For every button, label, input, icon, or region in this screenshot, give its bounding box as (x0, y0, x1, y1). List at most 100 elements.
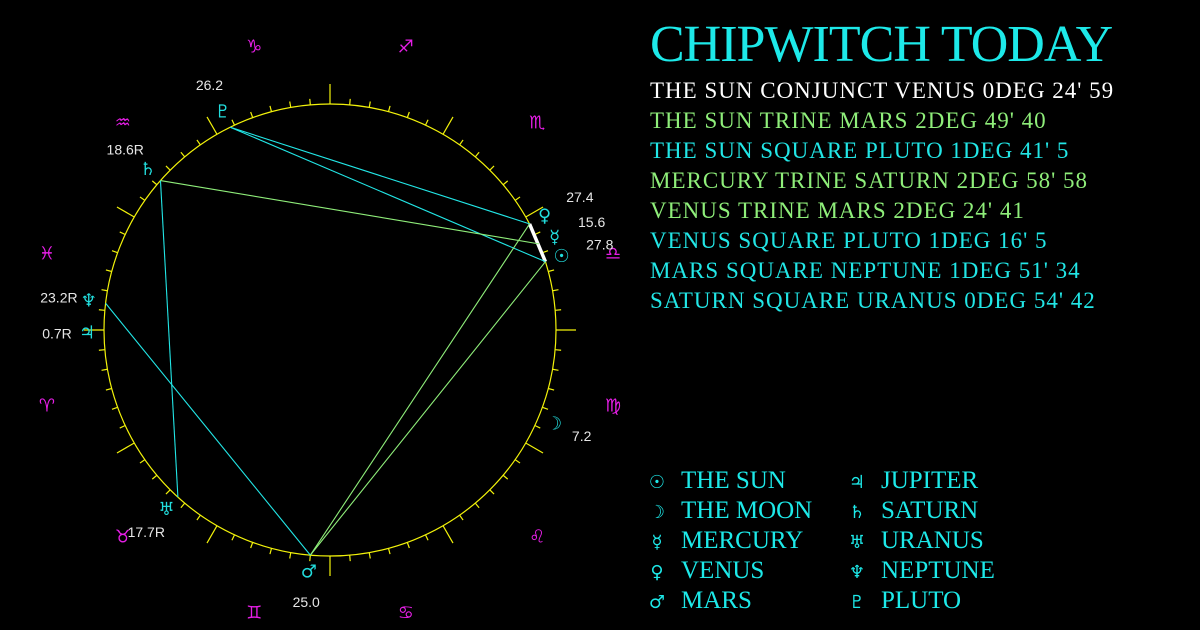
degree-tick (489, 489, 495, 495)
neptune-degree-label: 23.2R (40, 290, 77, 306)
legend-item-sun: ☉ THE SUN (645, 466, 812, 496)
degree-tick (424, 534, 429, 541)
neptune-icon: ♆ (848, 562, 866, 583)
degree-tick (231, 119, 236, 126)
degree-tick (111, 406, 118, 410)
degree-tick (151, 180, 158, 186)
saturn-icon: ♄ (848, 502, 866, 523)
pluto-icon: ♇ (215, 101, 231, 122)
degree-tick (548, 387, 555, 391)
degree-tick (406, 111, 410, 118)
venus-degree-label: 27.4 (566, 189, 593, 205)
legend-item-venus: ♀ VENUS (645, 556, 812, 586)
degree-tick (98, 349, 105, 351)
degree-tick (309, 555, 311, 562)
sign-boundary-tick (442, 116, 454, 135)
aspect-line-sun-trine-mars (309, 261, 546, 556)
degree-tick (139, 459, 146, 464)
saturn-degree-label: 18.6R (107, 141, 144, 157)
degree-tick (349, 98, 351, 105)
degree-tick (151, 474, 158, 480)
sign-boundary-tick (116, 206, 135, 218)
aspect-item-venus-square-pluto: VENUS SQUARE PLUTO 1DEG 16' 5 (650, 228, 1048, 253)
legend-item-jupiter: ♃ JUPITER (845, 466, 995, 496)
jupiter-degree-label: 0.7R (42, 325, 72, 341)
legend-item-mercury: ☿ MERCURY (645, 526, 812, 556)
degree-tick (542, 406, 549, 410)
degree-tick (101, 289, 108, 292)
degree-tick (534, 424, 541, 429)
degree-tick (289, 101, 292, 108)
sun-degree-label: 27.8 (586, 236, 613, 252)
aspect-line-sun-square-pluto (230, 126, 546, 263)
sign-boundary-tick (525, 442, 544, 454)
aspect-line-venus-trine-mars (309, 223, 531, 556)
neptune-icon: ♆ (81, 291, 97, 312)
degree-tick (309, 98, 311, 105)
degree-tick (548, 269, 555, 273)
saturn-icon: ♄ (140, 159, 156, 180)
legend-label: SATURN (881, 497, 979, 524)
zodiac-signs: ♈♉♊ ♋♌♍♎♏♐♑♒♓ (39, 36, 621, 623)
degree-tick (165, 165, 171, 171)
legend-label: URANUS (881, 527, 984, 554)
legend-item-pluto: ♇ PLUTO (845, 586, 995, 616)
mercury-icon: ☿ (549, 227, 560, 248)
sun-icon: ☉ (648, 472, 666, 493)
aspect-line-venus-square-pluto (230, 126, 530, 225)
zodiac-sign-gemini: ♊ (246, 603, 262, 624)
degree-tick (459, 139, 464, 146)
natal-wheel-chart: ♈♉♊ ♋♌♍♎♏♐♑♒♓ ☉27.8☽7.2☿15.6♀27.4♂25.0♃0.7… (39, 36, 621, 623)
aspect-line-mercury-trine-saturn (160, 180, 540, 245)
legend-item-uranus: ♅ URANUS (845, 526, 995, 556)
degree-tick (514, 196, 521, 201)
degree-tick (105, 269, 112, 273)
aspect-item-venus-trine-mars: VENUS TRINE MARS 2DEG 24' 41 (650, 198, 1025, 223)
pluto-degree-label: 26.2 (196, 77, 223, 93)
degree-tick (101, 368, 108, 371)
degree-tick (552, 368, 559, 371)
degree-tick (387, 548, 391, 555)
degree-tick (289, 552, 292, 559)
legend-item-moon: ☽ THE MOON (645, 496, 812, 526)
degree-tick (196, 514, 201, 521)
zodiac-sign-capricorn: ♑ (246, 36, 262, 57)
degree-tick (119, 231, 126, 236)
mars-icon: ♂ (301, 562, 317, 583)
legend-item-saturn: ♄ SATURN (845, 496, 995, 526)
aspect-item-sun-trine-mars: THE SUN TRINE MARS 2DEG 49' 40 (650, 108, 1047, 133)
degree-tick (474, 151, 480, 158)
legend-label: PLUTO (881, 587, 962, 614)
mercury-degree-label: 15.6 (578, 214, 605, 230)
degree-tick (269, 105, 273, 112)
aspect-item-mars-square-neptune: MARS SQUARE NEPTUNE 1DEG 51' 34 (650, 258, 1081, 283)
degree-tick (105, 387, 112, 391)
mercury-icon: ☿ (651, 532, 663, 553)
degree-tick (552, 289, 559, 292)
degree-tick (231, 534, 236, 541)
degree-tick (474, 502, 480, 509)
mars-icon: ♂ (648, 592, 666, 613)
uranus-icon: ♅ (158, 499, 174, 520)
degree-tick (489, 165, 495, 171)
degree-tick (196, 139, 201, 146)
jupiter-icon: ♃ (848, 472, 866, 493)
degree-tick (424, 119, 429, 126)
aspect-list: THE SUN CONJUNCT VENUS 0DEG 24' 59 THE S… (650, 76, 1114, 316)
degree-tick (514, 459, 521, 464)
uranus-degree-label: 17.7R (128, 524, 165, 540)
degree-tick (250, 111, 254, 118)
page-title: CHIPWITCH TODAY (650, 16, 1113, 73)
moon-degree-label: 7.2 (572, 428, 592, 444)
legend-label: JUPITER (881, 467, 979, 494)
degree-tick (349, 555, 351, 562)
degree-tick (139, 196, 146, 201)
aspect-item-mercury-trine-saturn: MERCURY TRINE SATURN 2DEG 58' 58 (650, 168, 1089, 193)
legend-label: MARS (681, 587, 752, 614)
sun-icon: ☉ (554, 246, 570, 267)
venus-icon: ♀ (650, 562, 664, 583)
degree-tick (165, 489, 171, 495)
sign-boundary-tick (442, 525, 454, 544)
aspect-line-saturn-square-uranus (159, 180, 179, 498)
degree-tick (269, 548, 273, 555)
